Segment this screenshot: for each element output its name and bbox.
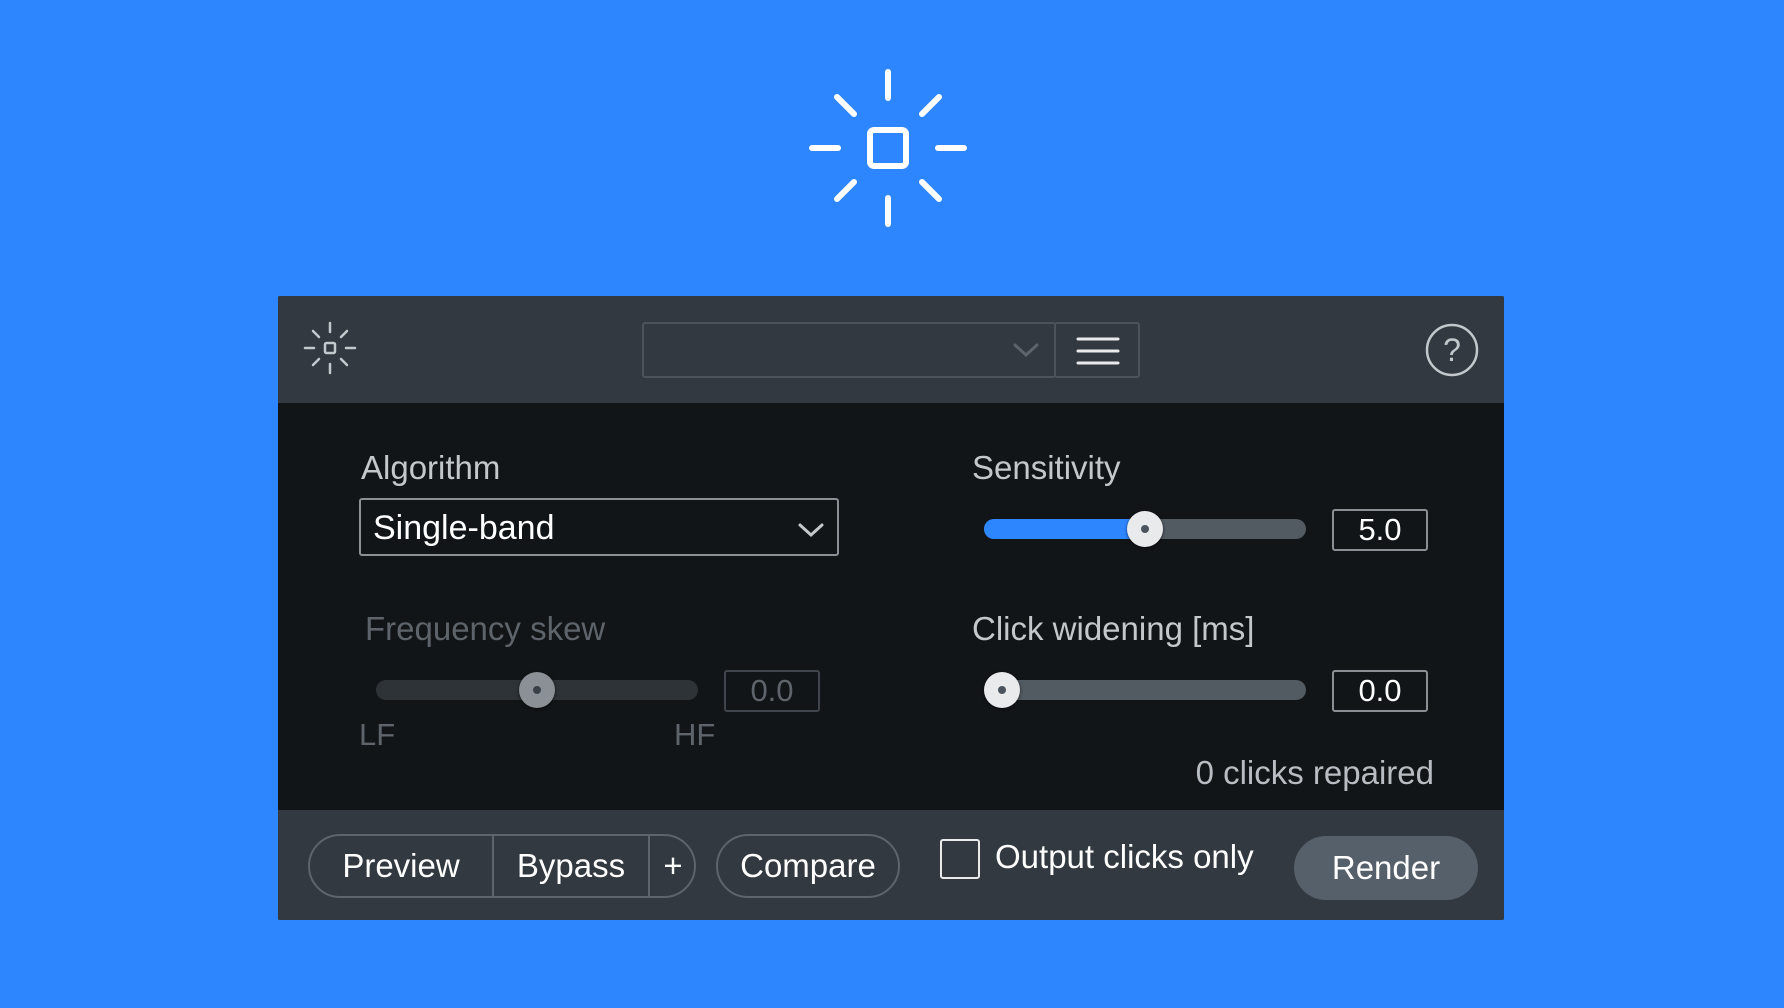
frequency-skew-label: Frequency skew bbox=[365, 610, 606, 647]
sensitivity-slider-fill bbox=[984, 519, 1145, 539]
sensitivity-value-field[interactable]: 5.0 bbox=[1332, 509, 1428, 551]
clicks-repaired-status: 0 clicks repaired bbox=[1195, 754, 1434, 791]
bypass-button[interactable]: Bypass bbox=[494, 836, 650, 896]
output-clicks-only-label: Output clicks only bbox=[995, 838, 1254, 875]
output-clicks-only-checkbox[interactable] bbox=[940, 839, 980, 879]
click-widening-value-field[interactable]: 0.0 bbox=[1332, 670, 1428, 712]
algorithm-dropdown[interactable]: Single-band bbox=[359, 498, 839, 556]
chevron-down-icon bbox=[798, 523, 824, 538]
algorithm-selected-value: Single-band bbox=[373, 509, 555, 547]
preview-bypass-group: Preview Bypass + bbox=[308, 834, 696, 898]
compare-button[interactable]: Compare bbox=[716, 834, 900, 898]
de-click-module-panel: ? Algorithm Single-band Sensitivity 5.0 … bbox=[278, 296, 1504, 920]
svg-text:?: ? bbox=[1443, 332, 1461, 368]
preset-menu-button[interactable] bbox=[1054, 322, 1140, 378]
sensitivity-slider-thumb[interactable] bbox=[1127, 511, 1163, 547]
preset-dropdown[interactable] bbox=[642, 322, 1056, 378]
frequency-skew-value-field[interactable]: 0.0 bbox=[724, 670, 820, 712]
module-header: ? bbox=[278, 296, 1504, 403]
frequency-skew-min-label: LF bbox=[359, 717, 396, 752]
module-footer: Preview Bypass + Compare Output clicks o… bbox=[278, 810, 1504, 920]
hero-de-click-icon bbox=[809, 69, 967, 227]
render-button[interactable]: Render bbox=[1294, 836, 1478, 900]
click-widening-slider-thumb[interactable] bbox=[984, 672, 1020, 708]
preview-button[interactable]: Preview bbox=[310, 836, 494, 896]
chevron-down-icon bbox=[1013, 343, 1039, 358]
sensitivity-label: Sensitivity bbox=[972, 449, 1121, 486]
algorithm-label: Algorithm bbox=[361, 449, 501, 486]
de-click-sparkle-icon bbox=[303, 321, 357, 375]
help-circle-icon[interactable]: ? bbox=[1424, 322, 1480, 378]
frequency-skew-slider-thumb[interactable] bbox=[519, 672, 555, 708]
frequency-skew-max-label: HF bbox=[674, 717, 716, 752]
click-widening-slider[interactable] bbox=[984, 680, 1306, 700]
hamburger-menu-icon bbox=[1076, 337, 1120, 365]
click-widening-label: Click widening [ms] bbox=[972, 610, 1255, 647]
add-button[interactable]: + bbox=[650, 836, 694, 896]
